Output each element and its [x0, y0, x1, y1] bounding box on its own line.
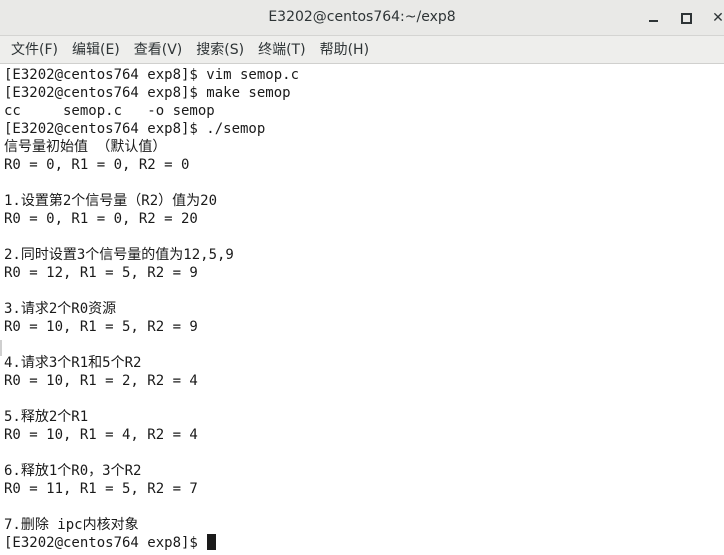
- terminal-line: 4.请求3个R1和5个R2: [4, 355, 142, 371]
- menu-edit[interactable]: 编辑(E): [65, 38, 127, 62]
- shell-prompt: [E3202@centos764 exp8]$: [4, 535, 207, 551]
- terminal-line: R0 = 0, R1 = 0, R2 = 20: [4, 211, 198, 227]
- prompt-line[interactable]: [E3202@centos764 exp8]$: [4, 534, 724, 552]
- terminal-line: 7.删除 ipc内核对象: [4, 517, 139, 533]
- menu-search[interactable]: 搜索(S): [189, 38, 251, 62]
- terminal-line: 1.设置第2个信号量（R2）值为20: [4, 193, 218, 209]
- terminal-line: 信号量初始值 （默认值）: [4, 139, 167, 155]
- terminal-output[interactable]: [E3202@centos764 exp8]$ vim semop.c [E32…: [0, 65, 724, 555]
- terminal-line: [E3202@centos764 exp8]$ vim semop.c: [4, 67, 300, 83]
- maximize-icon: [680, 12, 692, 24]
- close-icon: ✕: [712, 10, 724, 26]
- terminal-line: R0 = 0, R1 = 0, R2 = 0: [4, 157, 190, 173]
- window-title: E3202@centos764:~/exp8: [268, 9, 456, 25]
- scrollbar[interactable]: [718, 65, 724, 555]
- terminal-line: 6.释放1个R0，3个R2: [4, 463, 142, 479]
- window-edge: [0, 340, 2, 356]
- minimize-button[interactable]: [643, 8, 663, 28]
- terminal-line: R0 = 10, R1 = 5, R2 = 9: [4, 319, 198, 335]
- title-bar[interactable]: E3202@centos764:~/exp8 ✕: [0, 0, 724, 36]
- menu-bar: 文件(F) 编辑(E) 查看(V) 搜索(S) 终端(T) 帮助(H): [0, 36, 724, 64]
- terminal-line: cc semop.c -o semop: [4, 103, 215, 119]
- terminal-line: R0 = 11, R1 = 5, R2 = 7: [4, 481, 198, 497]
- maximize-button[interactable]: [676, 8, 696, 28]
- menu-view[interactable]: 查看(V): [127, 38, 190, 62]
- menu-help[interactable]: 帮助(H): [313, 38, 376, 62]
- menu-terminal[interactable]: 终端(T): [251, 38, 312, 62]
- text-cursor: [207, 534, 217, 550]
- terminal-line: 2.同时设置3个信号量的值为12,5,9: [4, 247, 234, 263]
- terminal-line: R0 = 12, R1 = 5, R2 = 9: [4, 265, 198, 281]
- terminal-window: E3202@centos764:~/exp8 ✕ 文件(F) 编辑(E) 查看(…: [0, 0, 724, 555]
- terminal-line: [E3202@centos764 exp8]$ make semop: [4, 85, 291, 101]
- close-button[interactable]: ✕: [708, 8, 724, 28]
- terminal-line: R0 = 10, R1 = 2, R2 = 4: [4, 373, 198, 389]
- menu-file[interactable]: 文件(F): [4, 38, 65, 62]
- terminal-line: 5.释放2个R1: [4, 409, 89, 425]
- terminal-line: [E3202@centos764 exp8]$ ./semop: [4, 121, 266, 137]
- terminal-line: R0 = 10, R1 = 4, R2 = 4: [4, 427, 198, 443]
- minimize-icon: [648, 20, 658, 22]
- terminal-line: 3.请求2个R0资源: [4, 301, 117, 317]
